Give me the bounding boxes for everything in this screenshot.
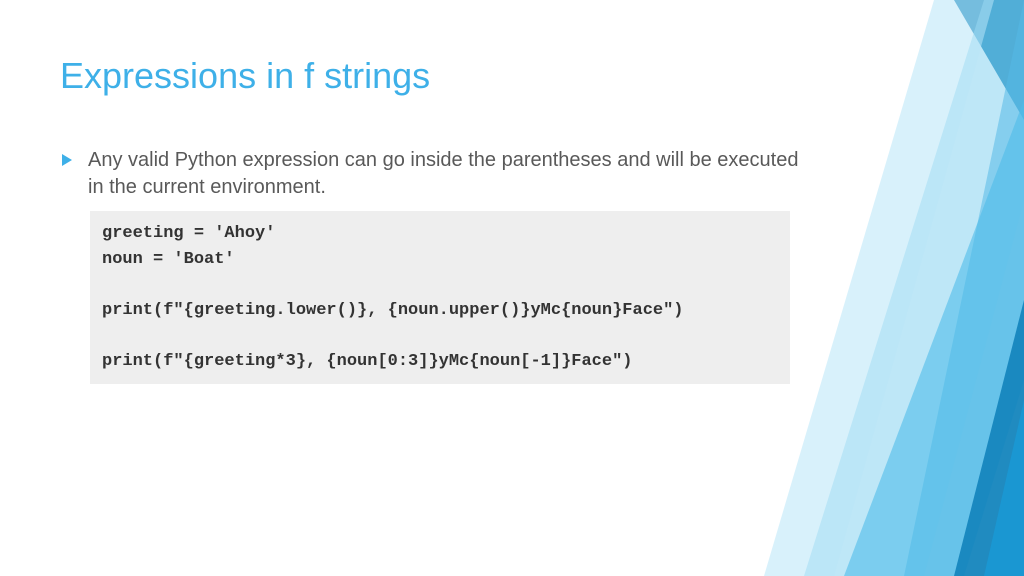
triangle-bullet-icon xyxy=(60,153,74,167)
bullet-text: Any valid Python expression can go insid… xyxy=(88,147,808,201)
bullet-item: Any valid Python expression can go insid… xyxy=(60,147,964,201)
code-block: greeting = 'Ahoy' noun = 'Boat' print(f"… xyxy=(90,211,790,384)
slide-title: Expressions in f strings xyxy=(60,55,964,97)
